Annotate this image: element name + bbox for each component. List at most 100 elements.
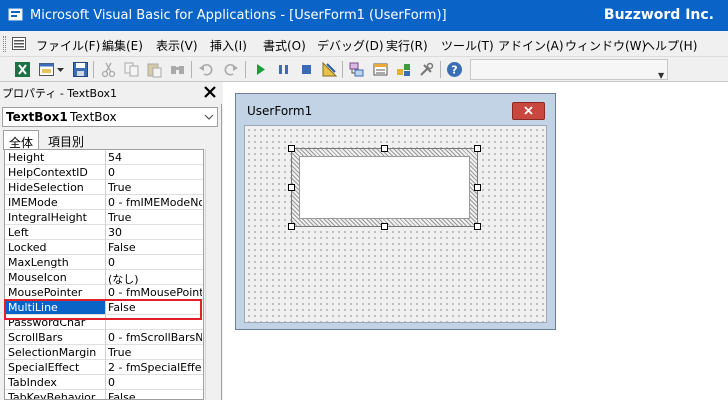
property-row[interactable]: TabKeyBehavior False <box>5 390 203 399</box>
toolbar-overflow[interactable]: ▼ <box>470 59 668 80</box>
dropdown-arrow-icon[interactable] <box>56 61 65 78</box>
menu-view[interactable]: 表示(V) <box>156 37 198 54</box>
property-row[interactable]: IntegralHeight True <box>5 210 203 225</box>
tab-alphabetic[interactable]: 全体 <box>3 130 39 150</box>
userform-client-area[interactable] <box>244 125 547 323</box>
property-value[interactable]: True <box>108 211 202 224</box>
properties-tabs: 全体 項目別 <box>0 130 222 150</box>
menu-tools[interactable]: ツール(T) <box>441 37 494 54</box>
toolbar-separator <box>245 61 246 78</box>
tab-categorized[interactable]: 項目別 <box>44 130 88 150</box>
redo-icon[interactable] <box>222 61 239 78</box>
property-value[interactable]: 0 - fmMousePointerDefault <box>108 286 202 299</box>
object-browser-icon[interactable] <box>395 61 412 78</box>
resize-handle-nw[interactable] <box>288 145 295 152</box>
property-name: MultiLine <box>5 301 105 314</box>
property-row[interactable]: MaxLength 0 <box>5 255 203 270</box>
paste-icon[interactable] <box>146 61 163 78</box>
toolbar-options-icon[interactable]: ▼ <box>658 71 666 80</box>
resize-handle-sw[interactable] <box>288 223 295 230</box>
cut-icon[interactable] <box>100 61 117 78</box>
object-dropdown[interactable]: TextBox1 TextBox <box>2 107 218 127</box>
resize-handle-e[interactable] <box>474 184 481 191</box>
textbox-selection-frame[interactable] <box>291 148 478 227</box>
resize-handle-w[interactable] <box>288 184 295 191</box>
close-icon[interactable] <box>202 84 218 100</box>
textbox1-control[interactable] <box>299 156 470 219</box>
property-value[interactable]: True <box>108 181 202 194</box>
menu-insert[interactable]: 挿入(I) <box>210 37 247 54</box>
property-value[interactable]: 0 <box>108 166 202 179</box>
resize-handle-s[interactable] <box>381 223 388 230</box>
break-icon[interactable] <box>275 61 292 78</box>
project-explorer-icon[interactable] <box>348 61 365 78</box>
copy-icon[interactable] <box>123 61 140 78</box>
resize-handle-se[interactable] <box>474 223 481 230</box>
property-value[interactable]: 0 <box>108 256 202 269</box>
menu-format[interactable]: 書式(O) <box>263 37 306 54</box>
title-bar: Microsoft Visual Basic for Applications … <box>0 0 728 31</box>
toolbar-separator <box>93 61 94 78</box>
properties-scrollbar[interactable] <box>205 149 219 400</box>
insert-userform-icon[interactable] <box>38 61 55 78</box>
toolbox-icon[interactable] <box>418 61 435 78</box>
save-icon[interactable] <box>72 61 89 78</box>
property-row[interactable]: ScrollBars 0 - fmScrollBarsNone <box>5 330 203 345</box>
property-row-selected[interactable]: MultiLine False <box>5 300 203 315</box>
property-value[interactable]: 0 - fmScrollBarsNone <box>108 331 202 344</box>
find-icon[interactable] <box>169 61 186 78</box>
property-row[interactable]: Left 30 <box>5 225 203 240</box>
menu-run[interactable]: 実行(R) <box>386 37 428 54</box>
property-row[interactable]: MousePointer 0 - fmMousePointerDefault <box>5 285 203 300</box>
menu-file[interactable]: ファイル(F) <box>36 37 100 54</box>
userform-close-button[interactable] <box>512 102 545 120</box>
property-row[interactable]: SelectionMargin True <box>5 345 203 360</box>
property-row[interactable]: MouseIcon (なし) <box>5 270 203 286</box>
menu-bar: ファイル(F) 編集(E) 表示(V) 挿入(I) 書式(O) デバッグ(D) … <box>0 31 728 57</box>
run-icon[interactable] <box>252 61 269 78</box>
property-row[interactable]: HelpContextID 0 <box>5 165 203 180</box>
property-value[interactable]: False <box>108 301 202 314</box>
menu-window[interactable]: ウィンドウ(W) <box>565 37 646 54</box>
menubar-grip[interactable] <box>3 36 6 52</box>
properties-icon[interactable] <box>372 61 389 78</box>
menu-debug[interactable]: デバッグ(D) <box>317 37 384 54</box>
chevron-down-icon[interactable] <box>204 113 214 121</box>
property-value[interactable]: False <box>108 391 202 399</box>
property-name: SpecialEffect <box>8 361 80 374</box>
userform-title: UserForm1 <box>247 104 313 118</box>
vba-app-icon <box>8 8 23 21</box>
resize-handle-ne[interactable] <box>474 145 481 152</box>
undo-icon[interactable] <box>198 61 215 78</box>
code-window-system-icon[interactable] <box>12 37 26 50</box>
property-name: MousePointer <box>8 286 83 299</box>
property-value[interactable]: 54 <box>108 151 202 164</box>
menu-help[interactable]: ヘルプ(H) <box>643 37 697 54</box>
help-icon[interactable]: ? <box>446 61 463 78</box>
userform-window[interactable]: UserForm1 <box>235 93 556 330</box>
property-value[interactable]: 2 - fmSpecialEffectSunken <box>108 361 202 374</box>
properties-title: プロパティ - TextBox1 <box>2 87 117 100</box>
property-row[interactable]: SpecialEffect 2 - fmSpecialEffectSunken <box>5 360 203 375</box>
property-value[interactable]: 0 <box>108 376 202 389</box>
resize-handle-n[interactable] <box>381 145 388 152</box>
property-row[interactable]: Locked False <box>5 240 203 255</box>
property-name: IMEMode <box>8 196 58 209</box>
excel-icon[interactable] <box>14 61 31 78</box>
property-row[interactable]: TabIndex 0 <box>5 375 203 390</box>
property-value[interactable]: False <box>108 241 202 254</box>
property-value[interactable]: 0 - fmIMEModeNoControl <box>108 196 202 209</box>
reset-icon[interactable] <box>298 61 315 78</box>
object-type: TextBox <box>70 110 117 124</box>
property-name: HideSelection <box>8 181 84 194</box>
design-mode-icon[interactable] <box>321 61 338 78</box>
property-row[interactable]: HideSelection True <box>5 180 203 195</box>
property-row[interactable]: Height 54 <box>5 150 203 165</box>
property-row[interactable]: IMEMode 0 - fmIMEModeNoControl <box>5 195 203 210</box>
property-value[interactable]: 30 <box>108 226 202 239</box>
menu-edit[interactable]: 編集(E) <box>102 37 143 54</box>
properties-grid: Height 54 HelpContextID 0 HideSelection Tru… <box>4 149 204 400</box>
menu-addins[interactable]: アドイン(A) <box>498 37 564 54</box>
property-row[interactable]: PasswordChar <box>5 315 203 330</box>
property-value[interactable]: True <box>108 346 202 359</box>
